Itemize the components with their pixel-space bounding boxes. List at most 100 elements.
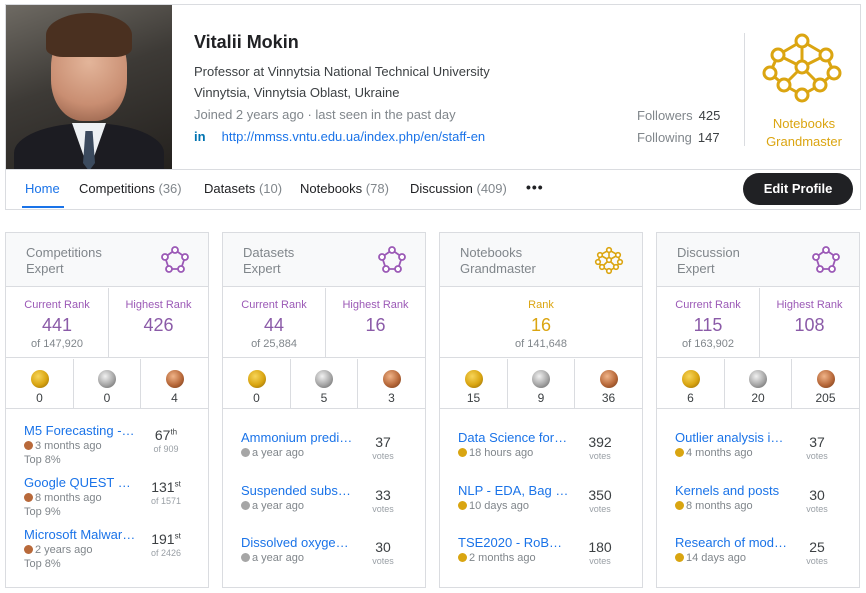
entry-title-link[interactable]: TSE2020 - RoBERTa [458,535,570,550]
expert-tier-icon [812,246,840,273]
current-rank-label: Current Rank [241,299,307,311]
entry-title-link[interactable]: Research of models [675,535,787,550]
bronze-medals: 205 [791,359,859,409]
card-header[interactable]: Competitions Expert [6,233,208,287]
gold-medal-count: 0 [36,391,43,405]
entry-unit: of 1571 [150,496,182,506]
silver-medals: 20 [724,359,791,409]
entry-value: 25 [809,539,825,555]
entry-time: 2 years ago [35,544,93,556]
entry-meta: 3 months ago [24,440,102,452]
entry-title-link[interactable]: Kernels and posts [675,483,787,498]
entry-stat: 33 votes [357,487,409,514]
medal-section: 15 9 36 [440,359,642,409]
highest-rank-value: 108 [794,315,825,335]
list-item: Ammonium prediction in river water a yea… [223,430,425,482]
rank-section: Current Rank 441 of 147,920 Highest Rank… [6,288,208,358]
bronze-medal-icon [382,370,401,388]
entry-title-link[interactable]: NLP - EDA, Bag of Words [458,483,570,498]
card-category: Competitions [26,245,102,260]
card-header[interactable]: Notebooks Grandmaster [440,233,642,287]
silver-medal-count: 0 [103,391,111,405]
rank-value: 16 [530,315,552,335]
medal-section: 6 20 205 [657,359,859,409]
tab-competitions[interactable]: Competitions (36) [79,181,182,196]
profile-website-link[interactable]: http://mmss.vntu.edu.ua/index.php/en/sta… [222,129,486,144]
card-header[interactable]: Datasets Expert [223,233,425,287]
entry-title-link[interactable]: Data Science for tabular data [458,430,570,445]
bronze-medal-count: 3 [388,391,395,405]
profile-joined: Joined 2 years ago · last seen in the pa… [194,107,456,122]
entry-title-link[interactable]: M5 Forecasting - Accuracy [24,423,136,438]
medal-section: 0 0 4 [6,359,208,409]
entry-time: 10 days ago [469,500,529,512]
tab-notebooks-label: Notebooks [300,181,363,196]
tab-home[interactable]: Home [25,181,60,196]
list-item: M5 Forecasting - Accuracy 3 months ago T… [6,423,208,475]
silver-medal-icon [315,370,333,388]
list-item: Outlier analysis in data 4 months ago 37… [657,430,859,482]
tier-category: Notebooks [772,116,836,131]
bronze-medal-icon [599,370,618,388]
entry-value: 33 [375,487,391,503]
silver-medal-icon [532,370,550,388]
entry-value: 180 [588,539,612,555]
rank-label: Rank [528,299,554,311]
entry-time: 4 months ago [686,447,753,459]
entry-title-link[interactable]: Google QUEST Q&A Labeling [24,475,136,490]
tab-discussion[interactable]: Discussion (409) [410,181,507,196]
following-link[interactable]: Following 147 [637,130,720,145]
grandmaster-tier-icon [594,246,624,275]
active-tab-indicator [22,206,64,208]
entry-stat: 37 votes [357,434,409,461]
entry-time: a year ago [252,447,304,459]
entry-stat: 67th of 909 [140,427,192,454]
entry-title-link[interactable]: Outlier analysis in data [675,430,787,445]
highest-rank-value: 16 [365,315,386,335]
profile-location: Vinnytsia, Vinnytsia Oblast, Ukraine [194,85,400,100]
current-rank: Rank 16 of 141,648 [440,288,642,358]
entry-title-link[interactable]: Suspended substances prediction [241,483,353,498]
card-header[interactable]: Discussion Expert [657,233,859,287]
bronze-medal-count: 4 [171,391,178,405]
followers-link[interactable]: Followers 425 [637,108,720,123]
entry-meta: 2 years ago [24,544,92,556]
current-rank-total: of 147,920 [31,338,83,350]
entry-title-link[interactable]: Ammonium prediction in river water [241,430,353,445]
current-rank-total: of 25,884 [251,338,297,350]
card-discussion: Discussion Expert Current Rank 115 of 16… [656,232,860,588]
entry-unit: votes [806,504,828,514]
profile-photo [6,5,172,170]
tab-notebooks[interactable]: Notebooks (78) [300,181,389,196]
tab-datasets-count: (10) [258,181,283,196]
entry-title-link[interactable]: Dissolved oxygen prediction [241,535,353,550]
card-notebooks: Notebooks Grandmaster Rank 16 of 141,648… [439,232,643,588]
gold-medal-icon [464,370,483,388]
entry-time: 3 months ago [35,440,102,452]
gold-medal-icon [247,370,266,388]
entry-value: 37 [809,434,825,450]
entry-unit: of 2426 [150,548,182,558]
entry-time: 18 hours ago [469,447,534,459]
entry-time: 14 days ago [686,552,746,564]
more-options-icon[interactable]: ••• [526,179,544,195]
entry-meta: 14 days ago [675,552,746,564]
gold-medals: 0 [223,359,290,409]
entry-unit: votes [372,451,394,461]
edit-profile-button[interactable]: Edit Profile [743,173,853,205]
tab-competitions-label: Competitions [79,181,155,196]
tier-label: Notebooks Grandmaster [754,115,854,151]
tabs-divider [6,169,860,170]
bronze-medal-icon [24,493,33,502]
entry-meta: 8 months ago [675,500,753,512]
card-category: Discussion [677,245,740,260]
entry-value: 350 [588,487,612,503]
entry-ordinal: st [174,531,181,541]
tab-competitions-count: (36) [158,181,182,196]
gold-medal-icon [675,553,684,562]
medal-section: 0 5 3 [223,359,425,409]
entry-title-link[interactable]: Microsoft Malware Prediction [24,527,136,542]
current-rank: Current Rank 44 of 25,884 [223,288,325,358]
tab-datasets[interactable]: Datasets (10) [204,181,282,196]
current-rank-value: 115 [693,315,723,335]
